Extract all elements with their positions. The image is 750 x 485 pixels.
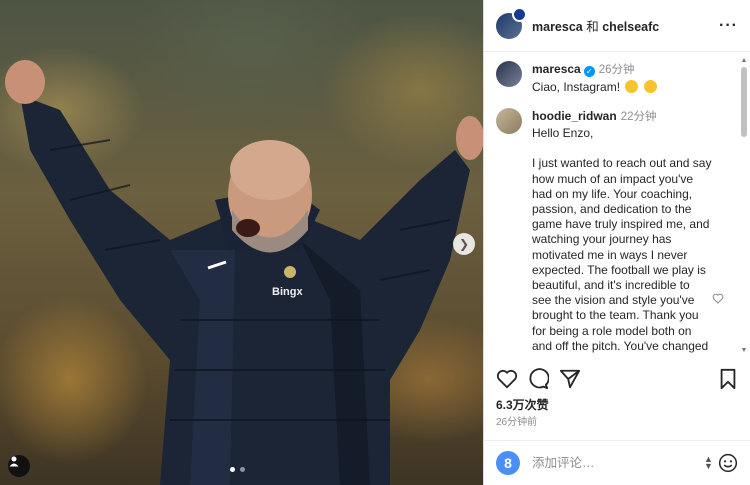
sunglasses-emoji-icon [643,80,657,93]
verified-badge-icon: ✓ [583,66,595,77]
avatar[interactable] [496,6,527,39]
authors-connector: 和 [586,20,599,34]
coach-celebrating-image: Bingx [5,60,483,485]
likes-count[interactable]: 6.3万次赞 [496,396,549,413]
app-logo-icon: 8 [496,451,520,475]
caption-text: Ciao, Instagram! [532,80,621,94]
comment-item: hoodie_ridwan 22分钟 Hello Enzo, I just wan… [496,108,739,355]
caption-time[interactable]: 26分钟 [599,64,635,76]
heart-icon[interactable] [496,368,518,390]
smiley-icon[interactable] [718,453,738,473]
input-stepper[interactable]: ▲ ▼ [704,455,713,471]
send-icon[interactable] [559,368,581,390]
post-authors[interactable]: maresca 和 chelseafc [532,16,659,35]
post-timestamp[interactable]: 26分钟前 [496,413,537,428]
comment-icon[interactable] [527,368,549,390]
carousel-dot [240,467,245,472]
post-photo[interactable]: Bingx ❯ [0,0,483,485]
post-actions [496,368,738,392]
post-header: maresca 和 chelseafc ··· [484,0,750,52]
bookmark-icon[interactable] [718,368,738,390]
comment-input[interactable] [532,456,692,470]
more-horizontal-icon: ··· [719,16,738,34]
comments-scrollbar[interactable]: ▲ ▼ [740,57,748,355]
like-comment-heart-icon[interactable] [712,293,724,304]
carousel-dot [230,467,235,472]
carousel-next-button[interactable]: ❯ [453,233,475,255]
author-username[interactable]: maresca [532,20,583,34]
chevron-right-icon: ❯ [458,237,470,251]
caption-username[interactable]: maresca [532,62,581,76]
tagged-users-button[interactable] [8,455,30,477]
sponsor-logo-text: Bingx [272,286,303,298]
comments-list[interactable]: maresca ✓ 26分钟 Ciao, Instagram! hoodie_rid… [484,53,739,355]
svg-text:8: 8 [504,455,512,471]
waving-hand-emoji-icon [625,80,639,93]
collaborator-username[interactable]: chelseafc [602,20,659,34]
scrollbar-thumb[interactable] [741,67,747,137]
comment-text: Hello Enzo, I just wanted to reach out a… [532,126,712,355]
post-side-panel: maresca 和 chelseafc ··· maresca ✓ 26分钟 Cia… [483,0,750,485]
comment-username[interactable]: hoodie_ridwan [532,109,617,123]
scroll-down-arrow-icon[interactable]: ▼ [740,347,748,355]
post-caption: maresca ✓ 26分钟 Ciao, Instagram! [496,61,739,94]
person-icon [9,456,19,467]
add-comment-bar: 8 ▲ ▼ [484,440,750,485]
chevron-down-icon[interactable]: ▼ [704,462,713,471]
carousel-dots [230,467,245,472]
avatar[interactable] [496,61,522,87]
more-options-button[interactable]: ··· [719,17,738,35]
comment-time[interactable]: 22分钟 [621,111,657,123]
scroll-up-arrow-icon[interactable]: ▲ [740,57,748,65]
avatar[interactable] [496,108,522,134]
collaborator-avatar[interactable] [512,6,527,22]
